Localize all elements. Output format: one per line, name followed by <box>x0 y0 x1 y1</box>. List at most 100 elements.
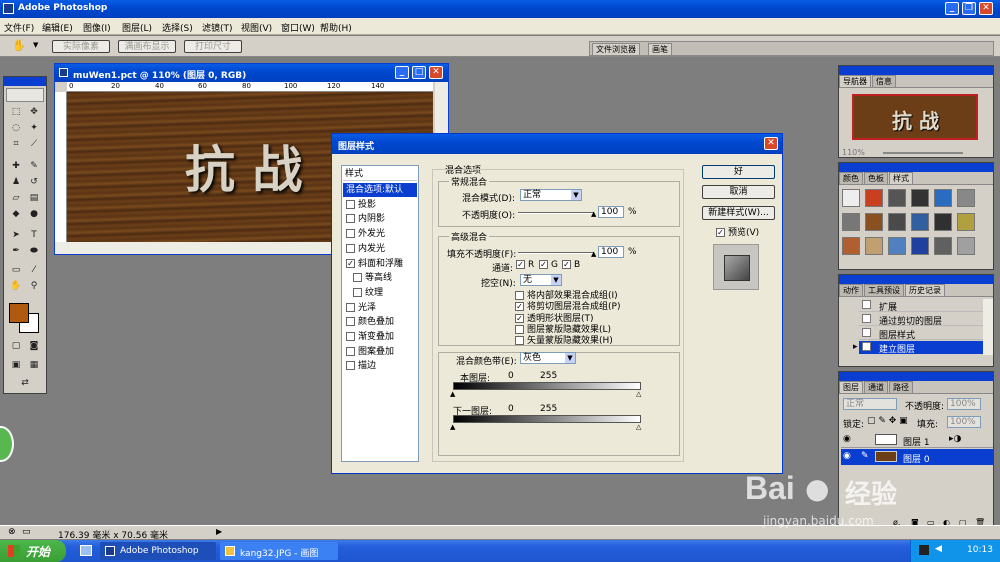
style-list-item[interactable]: 内阴影 <box>343 212 417 226</box>
screen-mode-icon[interactable]: ▣ <box>10 359 22 371</box>
history-item[interactable]: 通过剪切的图层 <box>859 313 993 327</box>
style-swatch[interactable] <box>842 237 860 255</box>
opacity-slider-thumb-icon[interactable]: ▲ <box>591 210 596 218</box>
healing-brush-icon[interactable]: ✚ <box>10 160 22 172</box>
dodge-tool-icon[interactable]: ● <box>28 208 40 220</box>
new-style-button[interactable]: 新建样式(W)... <box>702 206 775 220</box>
style-swatch[interactable] <box>888 189 906 207</box>
style-swatch[interactable] <box>842 189 860 207</box>
style-checkbox[interactable] <box>346 199 355 209</box>
style-list-item[interactable]: 等高线 <box>343 271 417 285</box>
underlying-white-slider-icon[interactable]: △ <box>636 423 641 431</box>
minimize-button[interactable]: _ <box>945 2 959 15</box>
menu-image[interactable]: 图像(I) <box>83 21 111 34</box>
tab-styles[interactable]: 样式 <box>889 172 913 184</box>
style-checkbox[interactable] <box>353 273 362 283</box>
blur-tool-icon[interactable]: ◆ <box>10 208 22 220</box>
foreground-color-swatch[interactable] <box>9 303 29 323</box>
style-swatch[interactable] <box>865 213 883 231</box>
style-checkbox[interactable] <box>346 214 355 224</box>
ok-button[interactable]: 好 <box>702 165 775 179</box>
style-checkbox[interactable] <box>346 361 355 371</box>
crop-tool-icon[interactable]: ⌗ <box>10 138 22 150</box>
style-list-item[interactable]: 外发光 <box>343 227 417 241</box>
eyedropper-tool-icon[interactable]: ⁄ <box>28 264 40 276</box>
tab-actions[interactable]: 动作 <box>839 284 863 296</box>
style-checkbox[interactable]: ✓ <box>346 258 355 268</box>
style-list-item[interactable]: 混合选项:默认 <box>343 183 417 197</box>
fill-opacity-slider[interactable] <box>518 252 594 254</box>
menu-view[interactable]: 视图(V) <box>241 21 272 34</box>
style-list-item[interactable]: 描边 <box>343 359 417 373</box>
history-item-active[interactable]: ▸ 建立图层 <box>853 341 993 355</box>
menu-edit[interactable]: 编辑(E) <box>42 21 73 34</box>
tab-tool-presets[interactable]: 工具预设 <box>864 284 904 296</box>
tool-preset-dropdown-icon[interactable]: ▼ <box>33 41 38 49</box>
style-checkbox[interactable] <box>346 346 355 356</box>
tab-info[interactable]: 信息 <box>872 75 896 87</box>
move-tool-icon[interactable]: ✥ <box>28 106 40 118</box>
style-checkbox[interactable] <box>346 317 355 327</box>
underlying-black-slider-icon[interactable]: ▲ <box>450 423 455 431</box>
doc-close-button[interactable]: ✕ <box>429 66 443 79</box>
hand-tool-icon[interactable]: ✋ <box>12 39 26 52</box>
floating-badge[interactable] <box>0 426 14 462</box>
fill-opacity-field[interactable]: 100 <box>598 246 624 258</box>
advanced-option-checkbox[interactable]: 矢量蒙版隐藏效果(H) <box>515 333 613 346</box>
start-button[interactable]: 开始 <box>0 540 66 562</box>
style-list-item[interactable]: 内发光 <box>343 242 417 256</box>
tray-icon[interactable] <box>919 545 929 555</box>
close-button[interactable]: ✕ <box>979 2 993 15</box>
style-swatch[interactable] <box>888 213 906 231</box>
eye-icon[interactable]: ◉ <box>843 451 851 461</box>
fill-slider-thumb-icon[interactable]: ▲ <box>591 250 596 258</box>
stamp-tool-icon[interactable]: ♟ <box>10 176 22 188</box>
layer-blend-mode[interactable]: 正常 <box>843 398 897 410</box>
gradient-tool-icon[interactable]: ▤ <box>28 192 40 204</box>
marquee-tool-icon[interactable]: ⬚ <box>10 106 22 118</box>
lasso-tool-icon[interactable]: ◌ <box>10 122 22 134</box>
pen-tool-icon[interactable]: ✒ <box>10 245 22 257</box>
cancel-button[interactable]: 取消 <box>702 185 775 199</box>
path-select-icon[interactable]: ➤ <box>10 229 22 241</box>
layer-fill-field[interactable]: 100% <box>947 416 981 428</box>
style-swatch[interactable] <box>957 189 975 207</box>
opacity-slider[interactable] <box>518 212 594 214</box>
history-brush-icon[interactable]: ↺ <box>28 176 40 188</box>
lock-icons[interactable]: ▢ ✎ ✥ ▣ <box>867 416 908 426</box>
print-size-button[interactable]: 打印尺寸 <box>184 40 242 53</box>
this-layer-white-slider-icon[interactable]: △ <box>636 390 641 398</box>
layer-opacity-field[interactable]: 100% <box>947 398 981 410</box>
style-list-item[interactable]: ✓ 斜面和浮雕 <box>343 257 417 271</box>
dialog-close-button[interactable]: ✕ <box>764 137 778 150</box>
tab-color[interactable]: 颜色 <box>839 172 863 184</box>
tab-channels[interactable]: 通道 <box>864 381 888 393</box>
brush-tool-icon[interactable]: ✎ <box>28 160 40 172</box>
style-swatch[interactable] <box>934 189 952 207</box>
history-item[interactable]: 图层样式 <box>859 327 993 341</box>
zoom-tool-icon[interactable]: ⚲ <box>28 280 40 292</box>
channel-b-checkbox[interactable]: ✓ B <box>562 260 580 270</box>
this-layer-black-slider-icon[interactable]: ▲ <box>450 390 455 398</box>
menu-help[interactable]: 帮助(H) <box>320 21 352 34</box>
doc-minimize-button[interactable]: _ <box>395 66 409 79</box>
navigator-thumbnail[interactable]: 抗 战 <box>852 94 978 140</box>
style-list-item[interactable]: 光泽 <box>343 301 417 315</box>
style-swatch[interactable] <box>911 189 929 207</box>
style-checkbox[interactable] <box>346 229 355 239</box>
history-item[interactable]: 扩展 <box>859 299 993 313</box>
full-screen-icon[interactable]: ▦ <box>28 359 40 371</box>
show-desktop-icon[interactable] <box>80 545 92 556</box>
zoom-slider[interactable] <box>883 152 963 154</box>
style-swatch[interactable] <box>865 189 883 207</box>
doc-maximize-button[interactable]: □ <box>412 66 426 79</box>
this-layer-gradient[interactable] <box>453 382 641 390</box>
fit-screen-button[interactable]: 满画布显示 <box>118 40 176 53</box>
tab-navigator[interactable]: 导航器 <box>839 75 871 87</box>
channel-r-checkbox[interactable]: ✓ R <box>516 260 534 270</box>
file-browser-tab[interactable]: 文件浏览器 <box>592 43 640 55</box>
style-swatch[interactable] <box>934 237 952 255</box>
underlying-layer-gradient[interactable] <box>453 415 641 423</box>
tab-history[interactable]: 历史记录 <box>905 284 945 296</box>
style-checkbox[interactable] <box>346 332 355 341</box>
